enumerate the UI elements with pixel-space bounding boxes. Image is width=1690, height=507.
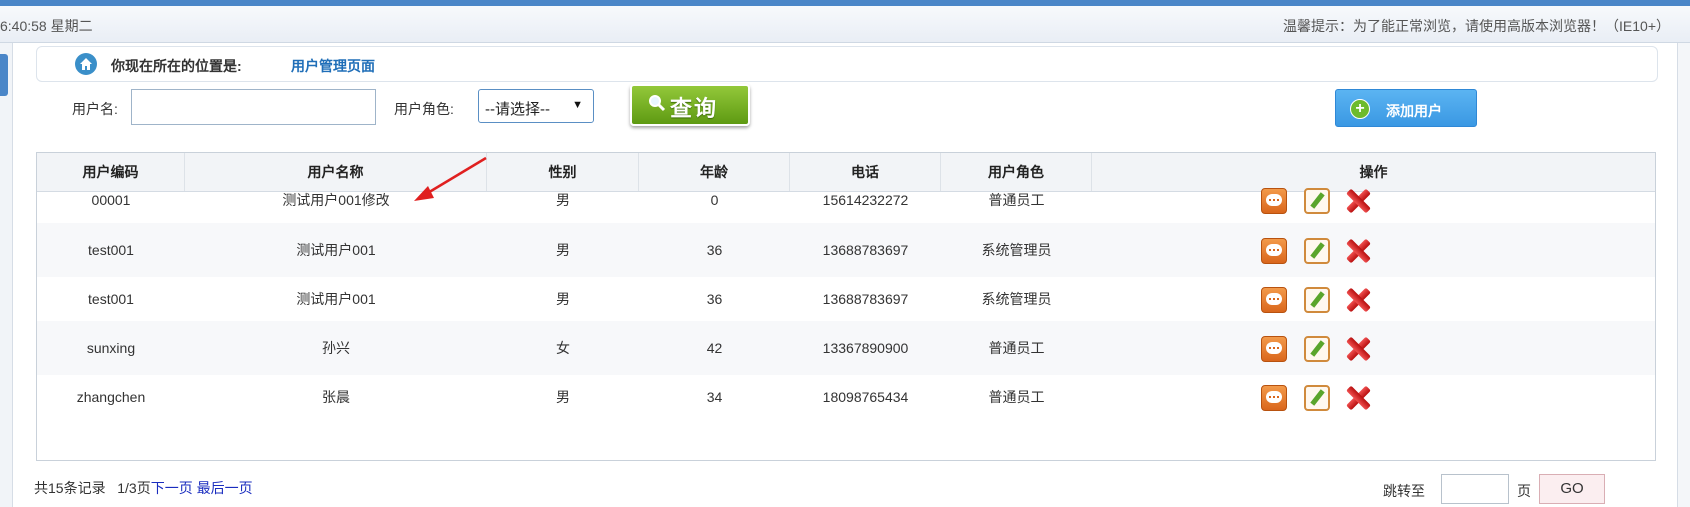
search-bar: 用户名: 用户角色: --请选择-- ▼ 查询 + 添加用户 [36,84,1656,146]
cell-age: 36 [706,242,723,258]
delete-x-icon[interactable] [1345,188,1371,214]
row-actions [1261,385,1381,411]
row-actions [1261,188,1381,214]
cell-name: 孙兴 [322,340,350,356]
location-label: 你现在所在的位置是: [111,58,242,74]
edit-pencil-icon[interactable] [1304,238,1330,264]
query-button[interactable]: 查询 [630,84,750,126]
role-select-value: --请选择-- [485,101,550,118]
info-bar: 6:40:58 星期二 温馨提示：为了能正常浏览，请使用高版本浏览器！（IE10… [0,6,1690,43]
record-total: 共15条记录 [34,480,106,496]
view-detail-icon[interactable] [1261,385,1287,411]
edit-pencil-icon[interactable] [1304,336,1330,362]
table-row: zhangchen 张晨 男 34 18098765434 普通员工 [37,370,1655,424]
add-user-label: 添加用户 [1386,103,1442,119]
view-detail-icon[interactable] [1261,238,1287,264]
sidebar-toggle-tab[interactable] [0,54,8,96]
cell-code: sunxing [86,340,136,356]
page-unit-label: 页 [1517,483,1531,499]
cell-age: 34 [706,389,723,405]
edit-pencil-icon[interactable] [1304,385,1330,411]
jump-label: 跳转至 [1383,483,1425,499]
cell-phone: 15614232272 [822,192,909,208]
username-label: 用户名: [72,101,118,117]
view-detail-icon[interactable] [1261,336,1287,362]
cell-name: 测试用户001 [296,291,376,307]
cell-gender: 男 [556,291,570,307]
edit-pencil-icon[interactable] [1304,287,1330,313]
clock-text: 6:40:58 星期二 [0,18,93,34]
cell-role: 系统管理员 [981,242,1052,258]
role-select[interactable]: --请选择-- ▼ [478,89,594,123]
cell-age: 42 [706,340,723,356]
cell-name: 张晨 [322,389,350,405]
left-sidebar-edge [0,43,13,507]
cell-gender: 男 [556,389,570,405]
cell-code: 00001 [91,192,131,208]
add-user-button[interactable]: + 添加用户 [1335,89,1477,127]
table-row: sunxing 孙兴 女 42 13367890900 普通员工 [37,321,1655,375]
cell-phone: 18098765434 [822,389,909,405]
cell-phone: 13367890900 [822,340,909,356]
cell-role: 普通员工 [988,340,1045,356]
cell-age: 0 [710,192,719,208]
username-input[interactable] [131,89,376,125]
go-button[interactable]: GO [1539,474,1605,504]
table-row: test001 测试用户001 男 36 13688783697 系统管理员 [37,272,1655,326]
right-scroll-edge [1677,43,1690,507]
cell-name: 测试用户001 [296,242,376,258]
cell-gender: 女 [556,340,570,356]
view-detail-icon[interactable] [1261,287,1287,313]
row-actions [1261,238,1381,264]
jump-page-input[interactable] [1441,474,1509,504]
plus-icon: + [1350,99,1370,119]
row-actions [1261,336,1381,362]
cell-phone: 13688783697 [822,242,909,258]
row-actions [1261,287,1381,313]
location-breadcrumb: 你现在所在的位置是: 用户管理页面 [36,46,1658,82]
cell-gender: 男 [556,192,570,208]
delete-x-icon[interactable] [1345,238,1371,264]
cell-code: zhangchen [76,389,146,405]
cell-code: test001 [88,242,134,258]
cell-code: test001 [88,291,134,307]
user-table: 用户编码 用户名称 性别 年龄 电话 用户角色 操作 00001 测试用户001… [36,152,1656,461]
magnifier-icon [649,95,666,112]
delete-x-icon[interactable] [1345,287,1371,313]
cell-role: 系统管理员 [981,291,1052,307]
delete-x-icon[interactable] [1345,336,1371,362]
pagination-info: 共15条记录 1/3页下一页 最后一页 [34,478,253,498]
cell-phone: 13688783697 [822,291,909,307]
cell-gender: 男 [556,242,570,258]
table-row: test001 测试用户001 男 36 13688783697 系统管理员 [37,223,1655,277]
next-page-link[interactable]: 下一页 [151,480,193,496]
query-button-label: 查询 [670,96,719,121]
edit-pencil-icon[interactable] [1304,188,1330,214]
cell-role: 普通员工 [988,192,1045,208]
cell-role: 普通员工 [988,389,1045,405]
location-page-link[interactable]: 用户管理页面 [291,56,375,76]
cell-age: 36 [706,291,723,307]
delete-x-icon[interactable] [1345,385,1371,411]
dropdown-arrow-icon: ▼ [572,99,583,111]
last-page-link[interactable]: 最后一页 [197,480,253,496]
page-indicator: 1/3页 [117,480,151,496]
home-icon [75,53,97,75]
browser-tip: 温馨提示：为了能正常浏览，请使用高版本浏览器！（IE10+） [1283,18,1670,34]
view-detail-icon[interactable] [1261,188,1287,214]
cell-name: 测试用户001修改 [282,192,390,208]
table-row: 00001 测试用户001修改 男 0 15614232272 普通员工 [37,173,1655,227]
role-label: 用户角色: [394,101,454,117]
